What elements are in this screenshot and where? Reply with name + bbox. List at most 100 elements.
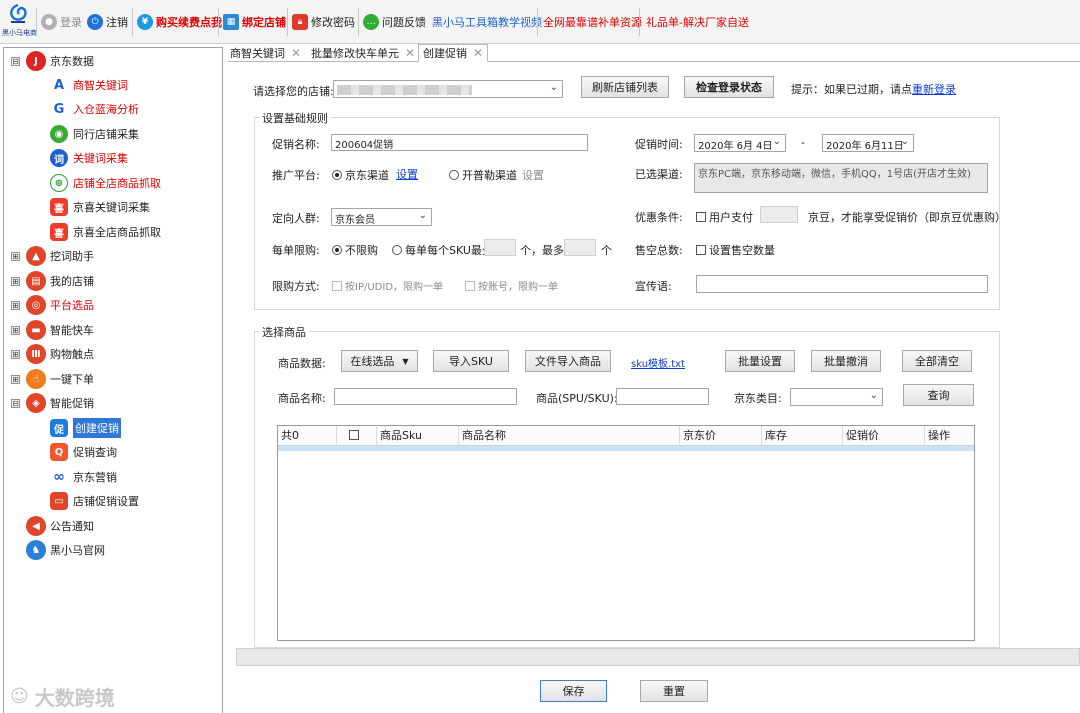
batch-set-button[interactable]: 批量设置 <box>725 350 795 372</box>
tree-item-promotion-query[interactable]: Q 促销查询 <box>50 441 117 463</box>
promo-end-date[interactable]: 2020年 6月11日 ⌄ <box>822 134 914 152</box>
login-button[interactable]: ● 登录 <box>41 13 82 31</box>
tree-label: 平台选品 <box>50 299 94 312</box>
tree-item-shangzhi-keywords[interactable]: A 商智关键词 <box>50 74 128 96</box>
tree-node-my-shop[interactable]: ▤ 我的店铺 <box>26 270 94 292</box>
target-audience-select[interactable]: 京东会员 ⌄ <box>331 208 432 226</box>
tab-shangzhi-keywords[interactable]: 商智关键词 ✕ <box>230 44 301 62</box>
close-icon[interactable]: ✕ <box>291 46 301 60</box>
jd-bean-amount-input[interactable] <box>760 206 798 223</box>
expand-icon[interactable]: ⊞ <box>11 350 20 359</box>
tree-label: 促销查询 <box>73 446 117 459</box>
relogin-link[interactable]: 重新登录 <box>912 83 956 96</box>
per-sku-limit-radio[interactable]: 每单每个SKU最少 <box>392 242 493 258</box>
renew-button[interactable]: ¥ 购买续费点我 <box>137 13 222 31</box>
basic-rules-title: 设置基础规则 <box>259 110 331 126</box>
promo-icon: 促 <box>50 419 68 437</box>
import-sku-button[interactable]: 导入SKU <box>433 350 509 372</box>
limit-by-ip-checkbox[interactable]: 按IP/UDID，限购一单 <box>332 278 443 293</box>
change-password-button[interactable]: 🔒︎ 修改密码 <box>292 13 355 31</box>
tree-node-shopping-touch[interactable]: Ⅲ 购物触点 <box>26 343 94 365</box>
tab-batch-edit-express[interactable]: 批量修改快车单元 ✕ <box>311 44 415 62</box>
promo-name-input[interactable]: 200604促销 <box>331 134 588 151</box>
tree-item-jd-marketing[interactable]: ∞ 京东营销 <box>50 466 117 488</box>
chat-icon: … <box>363 14 379 30</box>
expand-icon[interactable]: ⊞ <box>11 277 20 286</box>
bar-chart-icon: Ⅲ <box>26 344 46 364</box>
watermark-icon: ☺ <box>10 686 29 707</box>
save-button[interactable]: 保存 <box>540 680 607 702</box>
sold-out-total-label: 售空总数: <box>635 244 683 257</box>
query-button[interactable]: 查询 <box>903 384 974 406</box>
expand-icon[interactable]: ⊞ <box>11 252 20 261</box>
gift-link[interactable]: 礼品单-解决厂家自送 <box>646 13 749 31</box>
eye-icon: ◉ <box>50 125 68 143</box>
limit-by-account-checkbox[interactable]: 按账号，限购一单 <box>465 278 558 293</box>
tree-item-peer-shop-collect[interactable]: ◉ 同行店铺采集 <box>50 123 139 145</box>
tree-node-platform-pick[interactable]: ◎ 平台选品 <box>26 294 94 316</box>
set-sold-out-checkbox[interactable]: 设置售空数量 <box>696 242 775 258</box>
slogan-input[interactable] <box>696 275 988 293</box>
refresh-shop-list-button[interactable]: 刷新店铺列表 <box>581 76 669 98</box>
sku-template-link[interactable]: sku模板.txt <box>631 355 685 370</box>
jd-channel-settings-link[interactable]: 设置 <box>396 166 418 182</box>
collapse-icon[interactable]: ⊟ <box>11 57 20 66</box>
spu-sku-input[interactable] <box>616 388 709 405</box>
promo-time-label: 促销时间: <box>635 138 683 151</box>
no-limit-radio[interactable]: 不限购 <box>332 242 378 258</box>
close-icon[interactable]: ✕ <box>473 46 483 60</box>
tree-node-official-site[interactable]: ♞ 黑小马官网 <box>26 539 105 561</box>
tree-node-one-click-order[interactable]: ☝ 一键下单 <box>26 368 94 390</box>
tab-create-promotion[interactable]: 创建促销 ✕ <box>418 44 489 62</box>
kpl-channel-radio[interactable]: 开普勒渠道 <box>449 167 517 183</box>
reset-button[interactable]: 重置 <box>640 680 708 702</box>
file-import-button[interactable]: 文件导入商品 <box>525 350 611 372</box>
clear-all-button[interactable]: 全部清空 <box>902 350 972 372</box>
expand-icon[interactable]: ⊞ <box>11 375 20 384</box>
tutorial-link[interactable]: 黑小马工具箱教学视频 <box>432 13 542 31</box>
chevron-down-icon: ⌄ <box>549 82 558 93</box>
batch-cancel-button[interactable]: 批量撤消 <box>811 350 881 372</box>
collapse-icon[interactable]: ⊟ <box>11 399 20 408</box>
toolbar-separator <box>36 8 37 36</box>
tree-item-shop-promotion-settings[interactable]: ▭ 店铺促销设置 <box>50 490 139 512</box>
expand-icon[interactable]: ⊞ <box>11 301 20 310</box>
expand-icon[interactable]: ⊞ <box>11 326 20 335</box>
shop-select[interactable]: ⌄ <box>333 80 563 98</box>
max-quantity-input[interactable] <box>564 239 596 256</box>
select-all-checkbox[interactable] <box>349 430 359 440</box>
user-pay-checkbox[interactable]: 用户支付 <box>696 209 753 225</box>
jd-channel-radio[interactable]: 京东渠道 <box>332 167 389 183</box>
tree-item-keyword-collect[interactable]: 词 关键词采集 <box>50 147 128 169</box>
tree-item-shop-goods-crawl[interactable]: ⊕ 店铺全店商品抓取 <box>50 172 161 194</box>
check-login-status-button[interactable]: 检查登录状态 <box>684 76 774 98</box>
product-name-input[interactable] <box>334 388 517 405</box>
tree-node-jd-data[interactable]: J 京东数据 <box>26 50 94 72</box>
tree-node-notice[interactable]: ◀ 公告通知 <box>26 515 94 537</box>
min-quantity-input[interactable] <box>484 239 516 256</box>
bind-shop-button[interactable]: ▦ 绑定店铺 <box>223 13 286 31</box>
change-password-label: 修改密码 <box>311 16 355 29</box>
tree-node-smart-promotion[interactable]: ◈ 智能促销 <box>26 392 94 414</box>
resources-link[interactable]: 全网最靠谱补单资源 <box>543 13 642 31</box>
feedback-button[interactable]: … 问题反馈 <box>363 13 426 31</box>
tree-node-smart-express[interactable]: ▬ 智能快车 <box>26 319 94 341</box>
target-icon: ◎ <box>26 295 46 315</box>
promo-start-date[interactable]: 2020年 6月 4日 ⌄ <box>694 134 786 152</box>
tree-node-dig-words[interactable]: ▲ 挖词助手 <box>26 245 94 267</box>
tree-item-warehouse-analysis[interactable]: G 入仓蓝海分析 <box>50 98 139 120</box>
tree-item-jingxi-keywords[interactable]: 喜 京喜关键词采集 <box>50 196 150 218</box>
jd-icon: J <box>26 51 46 71</box>
online-pick-label: 在线选品 <box>350 355 395 368</box>
tree-item-jingxi-goods-crawl[interactable]: 喜 京喜全店商品抓取 <box>50 221 161 243</box>
tree-item-create-promotion[interactable]: 促 创建促销 <box>50 417 121 439</box>
radio-unchecked <box>449 170 459 180</box>
jd-category-select[interactable]: ⌄ <box>790 388 883 406</box>
tab-label: 创建促销 <box>423 47 467 60</box>
column-header-product-name: 商品名称 <box>459 426 680 446</box>
logout-button[interactable]: ⏻ 注销 <box>87 13 128 31</box>
toolbar-separator <box>358 8 359 36</box>
online-pick-dropdown-button[interactable]: 在线选品 ▼ <box>341 350 418 372</box>
column-header-select-all[interactable] <box>337 426 377 446</box>
close-icon[interactable]: ✕ <box>405 46 415 60</box>
